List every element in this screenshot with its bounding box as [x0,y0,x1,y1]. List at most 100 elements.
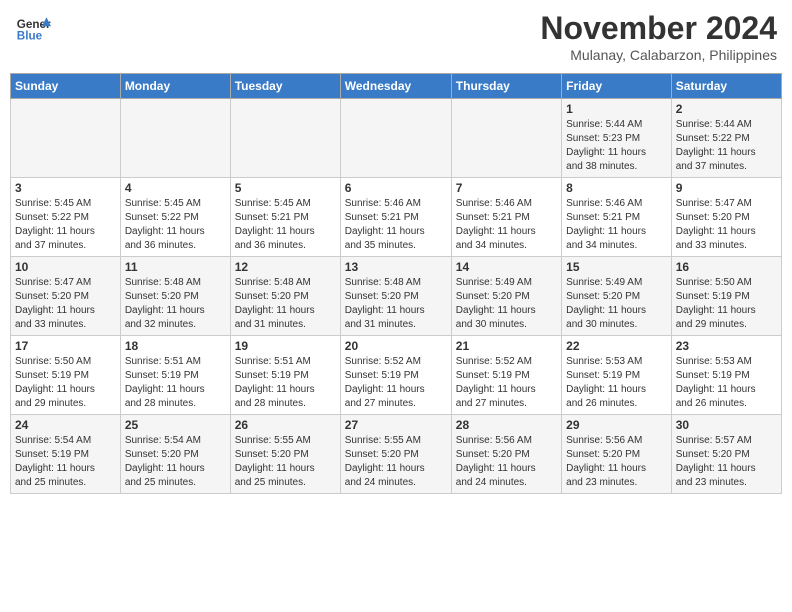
title-block: November 2024 Mulanay, Calabarzon, Phili… [540,10,777,63]
day-info: Sunrise: 5:46 AM Sunset: 5:21 PM Dayligh… [456,197,557,253]
day-number: 22 [566,339,667,353]
day-cell: 20 Sunrise: 5:52 AM Sunset: 5:19 PM Dayli… [340,336,451,415]
day-info: Sunrise: 5:53 AM Sunset: 5:19 PM Dayligh… [566,355,667,411]
day-cell [230,99,340,178]
day-cell: 7 Sunrise: 5:46 AM Sunset: 5:21 PM Daylig… [451,178,561,257]
day-cell: 15Sunrise: 5:49 AM Sunset: 5:20 PM Dayli… [562,257,672,336]
day-number: 3 [15,181,116,195]
logo: General Blue [15,10,51,46]
day-number: 8 [566,181,667,195]
day-info: Sunrise: 5:45 AM Sunset: 5:22 PM Dayligh… [125,197,226,253]
day-number: 28 [456,418,557,432]
day-cell: 23 Sunrise: 5:53 AM Sunset: 5:19 PM Dayli… [671,336,781,415]
day-cell: 9 Sunrise: 5:47 AM Sunset: 5:20 PM Daylig… [671,178,781,257]
day-info: Sunrise: 5:45 AM Sunset: 5:22 PM Dayligh… [15,197,116,253]
week-row-5: 24 Sunrise: 5:54 AM Sunset: 5:19 PM Dayli… [11,415,782,494]
day-number: 4 [125,181,226,195]
day-cell: 26 Sunrise: 5:55 AM Sunset: 5:20 PM Dayli… [230,415,340,494]
day-number: 21 [456,339,557,353]
day-cell: 18 Sunrise: 5:51 AM Sunset: 5:19 PM Dayli… [120,336,230,415]
day-cell: 29Sunrise: 5:56 AM Sunset: 5:20 PM Dayli… [562,415,672,494]
day-number: 6 [345,181,447,195]
day-cell: 27Sunrise: 5:55 AM Sunset: 5:20 PM Dayli… [340,415,451,494]
day-number: 1 [566,102,667,116]
page-header: General Blue November 2024 Mulanay, Cala… [10,10,782,63]
day-cell: 2Sunrise: 5:44 AM Sunset: 5:22 PM Daylig… [671,99,781,178]
day-cell: 14Sunrise: 5:49 AM Sunset: 5:20 PM Dayli… [451,257,561,336]
month-title: November 2024 [540,10,777,47]
day-info: Sunrise: 5:44 AM Sunset: 5:23 PM Dayligh… [566,118,667,174]
logo-icon: General Blue [15,10,51,46]
week-row-2: 3 Sunrise: 5:45 AM Sunset: 5:22 PM Daylig… [11,178,782,257]
day-number: 10 [15,260,116,274]
day-number: 23 [676,339,777,353]
day-cell: 19Sunrise: 5:51 AM Sunset: 5:19 PM Dayli… [230,336,340,415]
weekday-saturday: Saturday [671,74,781,99]
day-cell: 4 Sunrise: 5:45 AM Sunset: 5:22 PM Daylig… [120,178,230,257]
day-cell [11,99,121,178]
day-cell [340,99,451,178]
day-cell: 13Sunrise: 5:48 AM Sunset: 5:20 PM Dayli… [340,257,451,336]
week-row-3: 10Sunrise: 5:47 AM Sunset: 5:20 PM Dayli… [11,257,782,336]
day-number: 30 [676,418,777,432]
day-info: Sunrise: 5:51 AM Sunset: 5:19 PM Dayligh… [125,355,226,411]
day-info: Sunrise: 5:56 AM Sunset: 5:20 PM Dayligh… [456,434,557,490]
day-number: 16 [676,260,777,274]
day-info: Sunrise: 5:52 AM Sunset: 5:19 PM Dayligh… [456,355,557,411]
day-info: Sunrise: 5:54 AM Sunset: 5:20 PM Dayligh… [125,434,226,490]
calendar-table: SundayMondayTuesdayWednesdayThursdayFrid… [10,73,782,494]
day-cell: 25Sunrise: 5:54 AM Sunset: 5:20 PM Dayli… [120,415,230,494]
day-info: Sunrise: 5:50 AM Sunset: 5:19 PM Dayligh… [676,276,777,332]
day-info: Sunrise: 5:53 AM Sunset: 5:19 PM Dayligh… [676,355,777,411]
day-cell: 11Sunrise: 5:48 AM Sunset: 5:20 PM Dayli… [120,257,230,336]
day-info: Sunrise: 5:55 AM Sunset: 5:20 PM Dayligh… [345,434,447,490]
day-info: Sunrise: 5:54 AM Sunset: 5:19 PM Dayligh… [15,434,116,490]
day-cell: 28 Sunrise: 5:56 AM Sunset: 5:20 PM Dayli… [451,415,561,494]
day-number: 5 [235,181,336,195]
day-number: 18 [125,339,226,353]
location: Mulanay, Calabarzon, Philippines [540,47,777,63]
day-cell [451,99,561,178]
day-cell: 12Sunrise: 5:48 AM Sunset: 5:20 PM Dayli… [230,257,340,336]
weekday-monday: Monday [120,74,230,99]
day-info: Sunrise: 5:46 AM Sunset: 5:21 PM Dayligh… [345,197,447,253]
day-cell: 24 Sunrise: 5:54 AM Sunset: 5:19 PM Dayli… [11,415,121,494]
day-cell: 8 Sunrise: 5:46 AM Sunset: 5:21 PM Daylig… [562,178,672,257]
weekday-header-row: SundayMondayTuesdayWednesdayThursdayFrid… [11,74,782,99]
day-cell: 6 Sunrise: 5:46 AM Sunset: 5:21 PM Daylig… [340,178,451,257]
day-info: Sunrise: 5:44 AM Sunset: 5:22 PM Dayligh… [676,118,777,174]
weekday-thursday: Thursday [451,74,561,99]
weekday-wednesday: Wednesday [340,74,451,99]
weekday-sunday: Sunday [11,74,121,99]
day-cell: 1 Sunrise: 5:44 AM Sunset: 5:23 PM Daylig… [562,99,672,178]
day-info: Sunrise: 5:52 AM Sunset: 5:19 PM Dayligh… [345,355,447,411]
day-cell: 17 Sunrise: 5:50 AM Sunset: 5:19 PM Dayli… [11,336,121,415]
day-info: Sunrise: 5:49 AM Sunset: 5:20 PM Dayligh… [456,276,557,332]
day-info: Sunrise: 5:50 AM Sunset: 5:19 PM Dayligh… [15,355,116,411]
day-number: 9 [676,181,777,195]
day-info: Sunrise: 5:57 AM Sunset: 5:20 PM Dayligh… [676,434,777,490]
week-row-1: 1 Sunrise: 5:44 AM Sunset: 5:23 PM Daylig… [11,99,782,178]
day-cell: 16 Sunrise: 5:50 AM Sunset: 5:19 PM Dayli… [671,257,781,336]
day-info: Sunrise: 5:49 AM Sunset: 5:20 PM Dayligh… [566,276,667,332]
day-cell: 3 Sunrise: 5:45 AM Sunset: 5:22 PM Daylig… [11,178,121,257]
day-cell: 21 Sunrise: 5:52 AM Sunset: 5:19 PM Dayli… [451,336,561,415]
day-number: 24 [15,418,116,432]
day-number: 7 [456,181,557,195]
day-number: 11 [125,260,226,274]
day-number: 29 [566,418,667,432]
svg-text:Blue: Blue [17,30,43,43]
day-number: 20 [345,339,447,353]
day-number: 13 [345,260,447,274]
day-cell: 5 Sunrise: 5:45 AM Sunset: 5:21 PM Daylig… [230,178,340,257]
day-info: Sunrise: 5:45 AM Sunset: 5:21 PM Dayligh… [235,197,336,253]
day-number: 26 [235,418,336,432]
day-cell: 10Sunrise: 5:47 AM Sunset: 5:20 PM Dayli… [11,257,121,336]
day-number: 12 [235,260,336,274]
day-info: Sunrise: 5:47 AM Sunset: 5:20 PM Dayligh… [676,197,777,253]
weekday-tuesday: Tuesday [230,74,340,99]
day-number: 17 [15,339,116,353]
day-info: Sunrise: 5:55 AM Sunset: 5:20 PM Dayligh… [235,434,336,490]
day-info: Sunrise: 5:51 AM Sunset: 5:19 PM Dayligh… [235,355,336,411]
day-info: Sunrise: 5:46 AM Sunset: 5:21 PM Dayligh… [566,197,667,253]
